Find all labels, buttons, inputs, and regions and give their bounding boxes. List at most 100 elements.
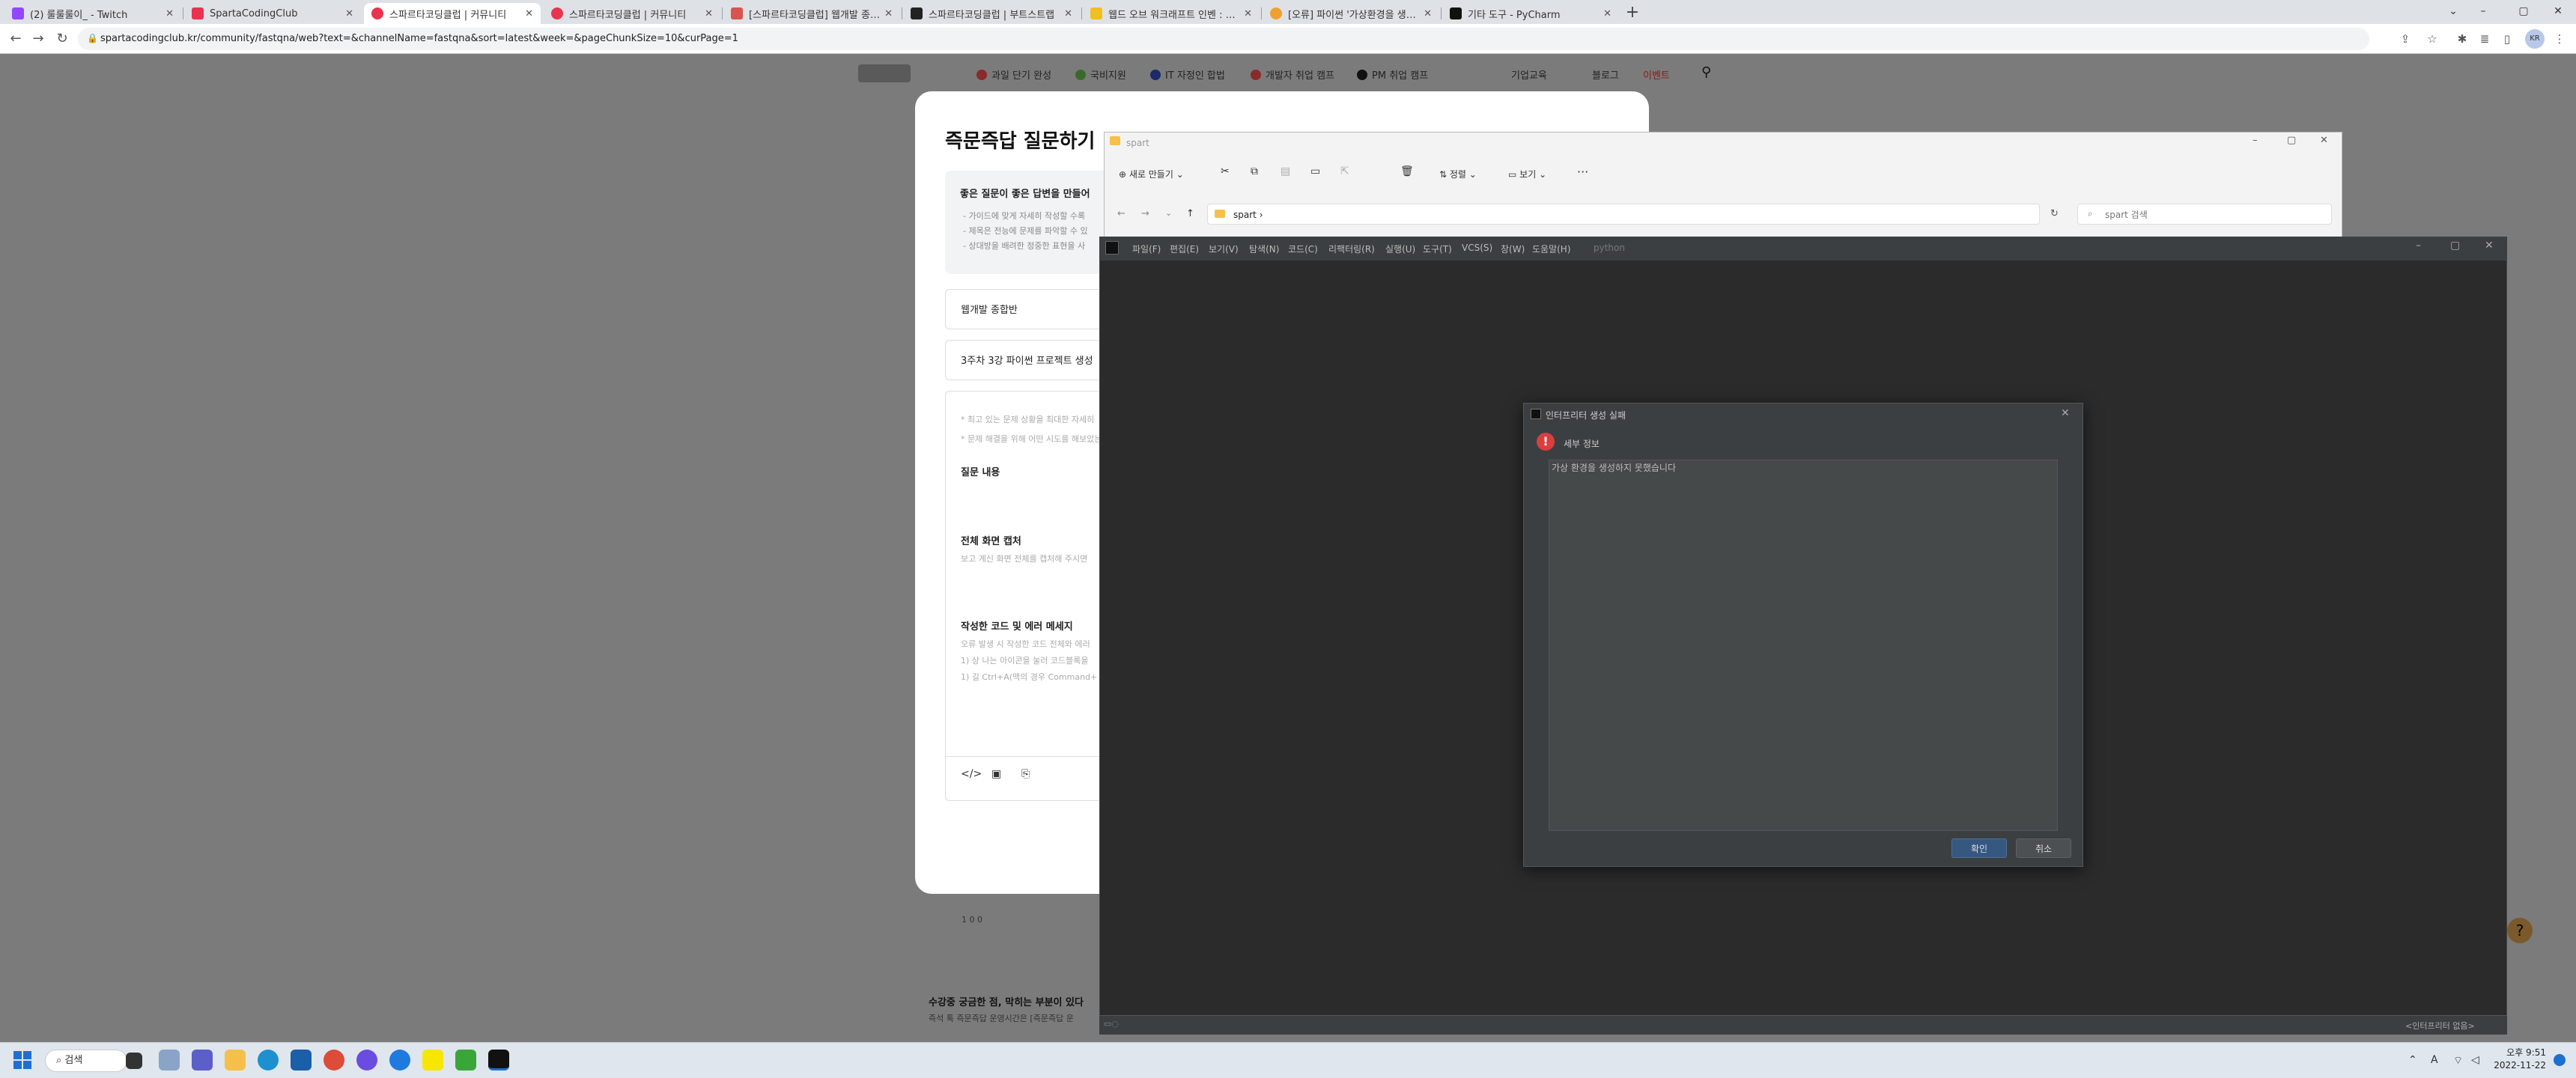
- chevron-down-icon[interactable]: ⌄: [1165, 208, 1172, 218]
- windows-start-icon[interactable]: [13, 1051, 31, 1069]
- menu-file[interactable]: 파일(F): [1132, 243, 1161, 255]
- new-button[interactable]: ⊕ 새로 만들기 ⌄: [1119, 168, 1184, 180]
- close-icon[interactable]: ✕: [1424, 8, 1432, 19]
- reading-list-icon[interactable]: ≣: [2476, 30, 2494, 48]
- new-tab-button[interactable]: +: [1623, 4, 1641, 22]
- paste-icon[interactable]: ▤: [1281, 165, 1290, 177]
- back-icon[interactable]: ←: [1117, 208, 1126, 219]
- tab-1[interactable]: (2) 룰룰룰이_ - Twitch ✕: [4, 3, 181, 24]
- maximize-button[interactable]: ▢: [2450, 240, 2460, 252]
- attach-icon[interactable]: ⎘: [1021, 768, 1030, 780]
- close-icon[interactable]: ✕: [525, 8, 533, 19]
- tab-8[interactable]: [오류] 파이썬 '가상환경을 생성하... ✕: [1263, 3, 1439, 24]
- tab-4[interactable]: 스파르타코딩클럽 | 커뮤니티 ✕: [544, 3, 720, 24]
- address-bar[interactable]: spart ›: [1207, 204, 2040, 225]
- close-icon[interactable]: ✕: [1603, 8, 1611, 19]
- tab-9[interactable]: 기타 도구 - PyCharm ✕: [1442, 3, 1619, 24]
- url-bar[interactable]: spartacodingclub.kr/community/fastqna/we…: [78, 28, 2369, 50]
- close-icon[interactable]: ✕: [345, 8, 353, 19]
- notification-icon[interactable]: [2554, 1054, 2566, 1066]
- menu-icon[interactable]: ⋮: [2551, 30, 2569, 48]
- close-icon[interactable]: ✕: [2061, 407, 2070, 419]
- nav-item[interactable]: 개발자 취업 캠프: [1251, 67, 1334, 82]
- chat-icon[interactable]: [192, 1050, 213, 1071]
- rename-icon[interactable]: ▭: [1310, 165, 1320, 177]
- menu-run[interactable]: 실행(U): [1385, 243, 1415, 255]
- close-icon[interactable]: ✕: [1244, 8, 1252, 19]
- chevron-up-icon[interactable]: ⌃: [2408, 1054, 2417, 1066]
- task-view-icon[interactable]: [126, 1053, 142, 1069]
- nav-item[interactable]: 블로그: [1592, 67, 1619, 82]
- tab-search-icon[interactable]: ⌄: [2438, 1, 2468, 21]
- image-icon[interactable]: ▣: [991, 768, 1001, 780]
- refresh-icon[interactable]: ↻: [2050, 208, 2059, 219]
- menu-help[interactable]: 도움말(H): [1532, 243, 1571, 255]
- more-button[interactable]: ···: [1577, 165, 1588, 179]
- extensions-icon[interactable]: ✱: [2453, 30, 2471, 48]
- store-icon[interactable]: [291, 1050, 312, 1071]
- close-icon[interactable]: ✕: [884, 8, 893, 19]
- share-icon[interactable]: ⇪: [2396, 30, 2414, 48]
- menu-view[interactable]: 보기(V): [1209, 243, 1239, 255]
- search-input[interactable]: spart 검색: [2077, 204, 2332, 225]
- minimize-button[interactable]: –: [2416, 240, 2421, 252]
- menu-window[interactable]: 창(W): [1501, 243, 1525, 255]
- close-icon[interactable]: ✕: [1064, 8, 1072, 19]
- ime-indicator[interactable]: A: [2431, 1054, 2438, 1066]
- ok-button[interactable]: 확인: [1951, 838, 2007, 858]
- up-icon[interactable]: ↑: [1186, 208, 1194, 219]
- view-button[interactable]: ▭ 보기 ⌄: [1508, 168, 1546, 180]
- nav-item[interactable]: 이벤트: [1643, 67, 1670, 82]
- status-icon[interactable]: ▭◌: [1104, 1019, 1119, 1029]
- app-icon[interactable]: [455, 1050, 476, 1071]
- minimize-button[interactable]: –: [2468, 1, 2498, 21]
- code-block-icon[interactable]: </>: [961, 768, 982, 780]
- tab-3[interactable]: 스파르타코딩클럽 | 커뮤니티 ✕: [364, 3, 541, 24]
- discord-icon[interactable]: [356, 1050, 377, 1071]
- tab-2[interactable]: SpartaCodingClub ✕: [184, 3, 361, 24]
- back-icon[interactable]: ←: [7, 31, 24, 47]
- taskbar-search[interactable]: ⌕ 검색: [45, 1050, 127, 1072]
- share-icon[interactable]: ⇱: [1340, 165, 1349, 177]
- menu-refactor[interactable]: 리팩터링(R): [1328, 243, 1375, 255]
- close-icon[interactable]: ✕: [705, 8, 713, 19]
- kakaotalk-icon[interactable]: [422, 1050, 443, 1071]
- chrome-icon[interactable]: [323, 1050, 344, 1071]
- detail-textarea[interactable]: [1549, 460, 2058, 831]
- sidepanel-icon[interactable]: ▯: [2498, 30, 2516, 48]
- nav-item[interactable]: PM 취업 캠프: [1357, 67, 1428, 82]
- tab-5[interactable]: [스파르타코딩클럽] 웹개발 종합반 ✕: [723, 3, 900, 24]
- chat-help-icon[interactable]: ?: [2507, 918, 2533, 943]
- pycharm-icon[interactable]: [488, 1050, 509, 1071]
- clock[interactable]: 오후 9:51 2022-11-22: [2471, 1047, 2546, 1072]
- reload-icon[interactable]: ↻: [54, 31, 70, 47]
- menu-code[interactable]: 코드(C): [1288, 243, 1318, 255]
- sort-button[interactable]: ⇅ 정렬 ⌄: [1439, 168, 1477, 180]
- tab-7[interactable]: 웹드 오브 워크래프트 인벤 : 드... ✕: [1083, 3, 1260, 24]
- close-icon[interactable]: ✕: [165, 8, 174, 19]
- tab-6[interactable]: 스파르타코딩클럽 | 부트스트랩 ✕: [903, 3, 1080, 24]
- close-button[interactable]: ✕: [2320, 135, 2328, 146]
- menu-edit[interactable]: 편집(E): [1170, 243, 1199, 255]
- menu-vcs[interactable]: VCS(S): [1462, 243, 1492, 253]
- menu-tools[interactable]: 도구(T): [1423, 243, 1452, 255]
- star-icon[interactable]: ☆: [2423, 30, 2441, 48]
- nav-item[interactable]: 국비지원: [1075, 67, 1126, 82]
- menu-navigate[interactable]: 탐색(N): [1249, 243, 1279, 255]
- messenger-icon[interactable]: [389, 1050, 410, 1071]
- minimize-button[interactable]: –: [2253, 135, 2258, 146]
- file-explorer-icon[interactable]: [225, 1050, 246, 1071]
- path-segment[interactable]: spart: [1233, 210, 1257, 220]
- forward-icon[interactable]: →: [30, 31, 46, 47]
- network-icon[interactable]: ⌔: [2453, 1054, 2463, 1068]
- cancel-button[interactable]: 취소: [2016, 838, 2071, 858]
- maximize-button[interactable]: ▢: [2509, 1, 2539, 21]
- close-window-button[interactable]: ✕: [2543, 1, 2573, 21]
- edge-icon[interactable]: [258, 1050, 279, 1071]
- copy-icon[interactable]: ⧉: [1251, 165, 1258, 177]
- avatar[interactable]: KR: [2525, 29, 2545, 49]
- nav-item[interactable]: 기업교육: [1511, 67, 1547, 82]
- delete-icon[interactable]: 🗑: [1400, 165, 1414, 177]
- interpreter-status[interactable]: <인터프리터 없음>: [2405, 1020, 2475, 1032]
- nav-item[interactable]: IT 자정인 합법: [1150, 67, 1225, 82]
